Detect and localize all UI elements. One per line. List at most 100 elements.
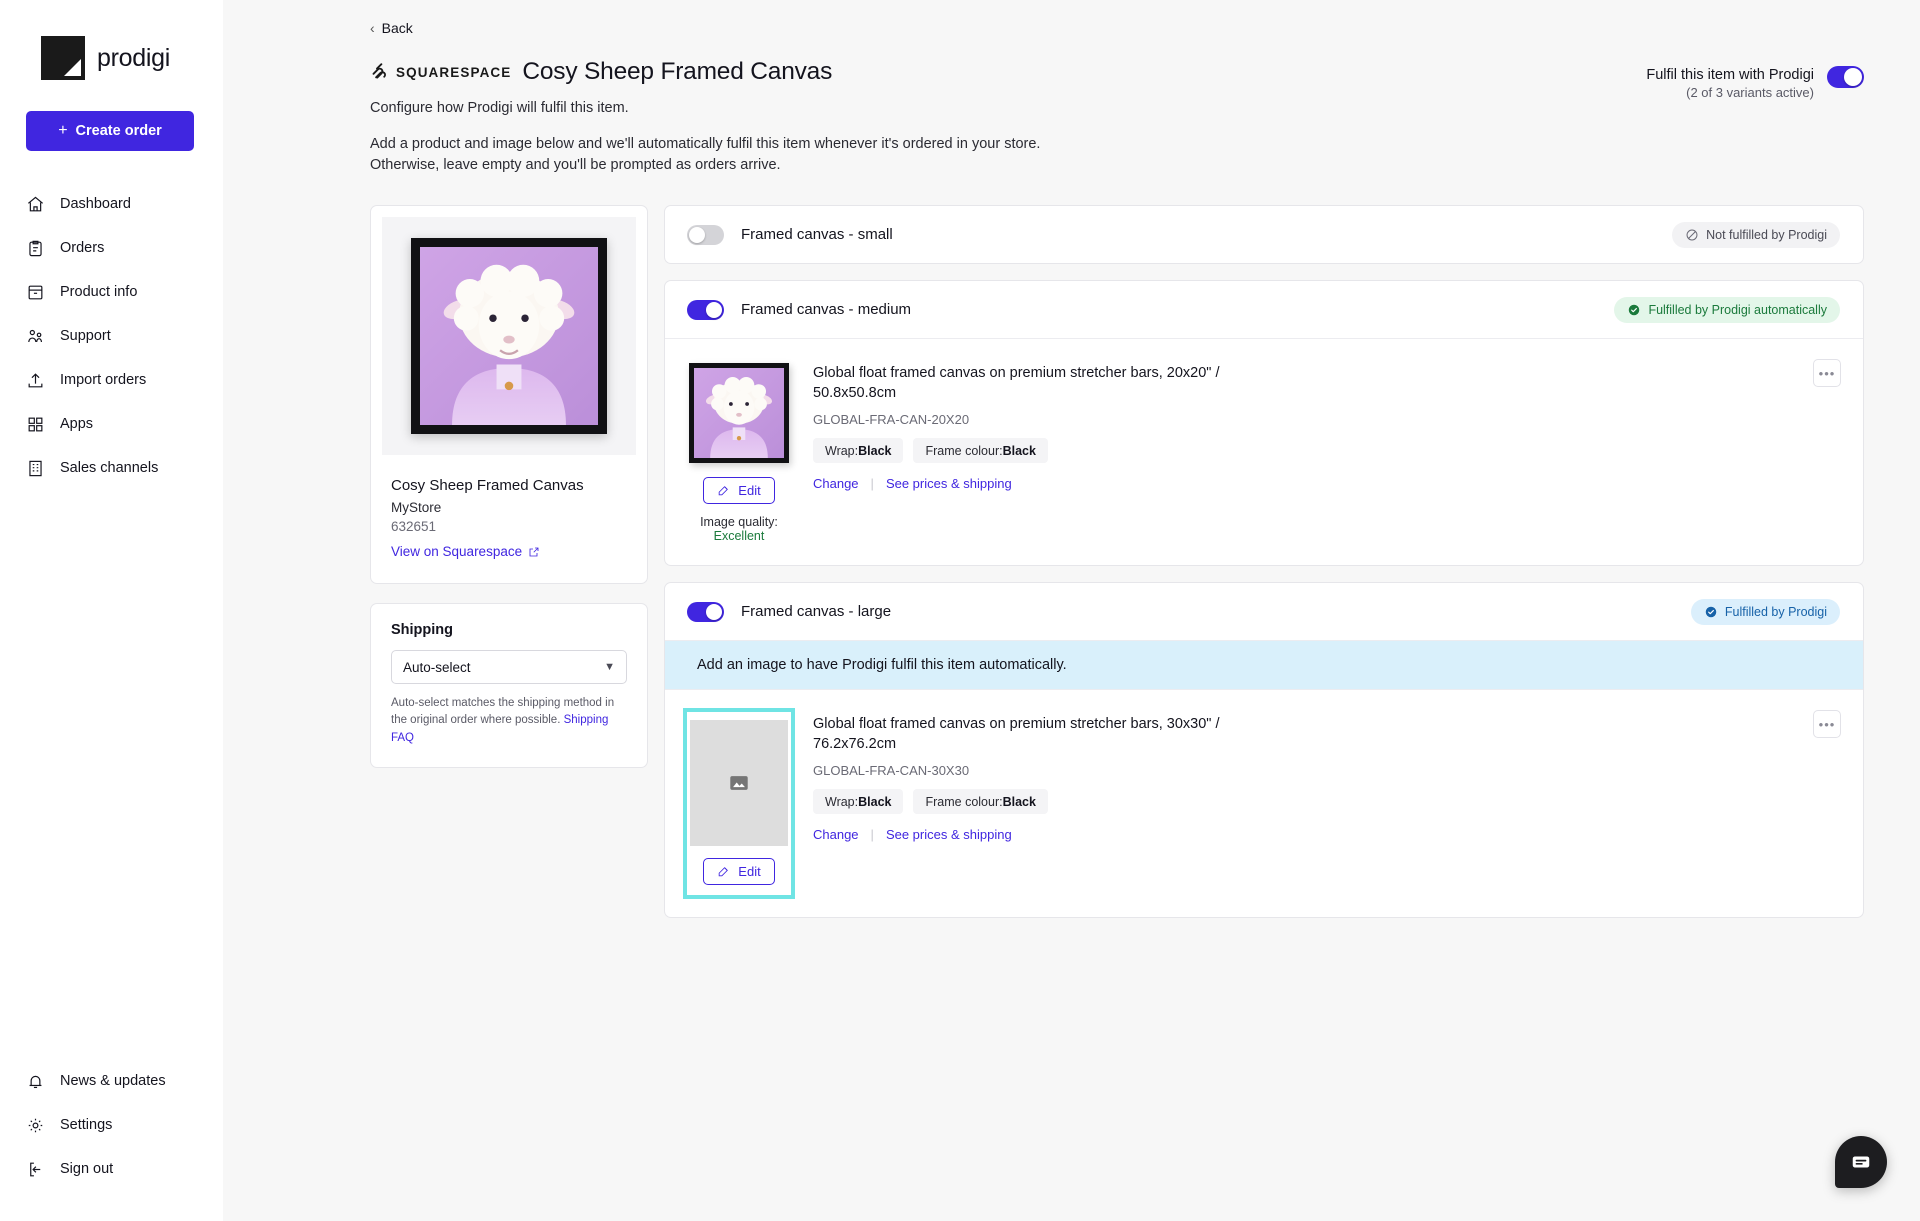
sidebar-item-sign-out[interactable]: Sign out bbox=[0, 1147, 223, 1191]
variant-thumbnail-column-medium: Edit Image quality: Excellent bbox=[687, 361, 791, 543]
prodigi-logo-icon bbox=[41, 36, 85, 80]
content-columns: Cosy Sheep Framed Canvas MyStore 632651 … bbox=[370, 205, 1864, 919]
back-label: Back bbox=[381, 20, 413, 36]
chat-bubble-icon bbox=[1852, 1156, 1870, 1168]
chat-widget-button[interactable] bbox=[1835, 1136, 1887, 1188]
variant-image-placeholder-large[interactable] bbox=[690, 720, 788, 847]
variant-card-medium: Framed canvas - medium Fulfilled by Prod… bbox=[664, 280, 1864, 567]
product-summary-card: Cosy Sheep Framed Canvas MyStore 632651 … bbox=[370, 205, 648, 585]
variant-label-medium: Framed canvas - medium bbox=[741, 301, 912, 319]
sidebar-item-orders[interactable]: Orders bbox=[0, 226, 223, 270]
variant-sku-large: GLOBAL-FRA-CAN-30X30 bbox=[813, 763, 970, 779]
create-order-label: Create order bbox=[75, 123, 162, 139]
page-intro: Add a product and image below and we'll … bbox=[370, 134, 1864, 175]
page-title: Cosy Sheep Framed Canvas bbox=[522, 58, 833, 85]
chevron-left-icon: ‹ bbox=[370, 20, 375, 36]
variant-attributes-large: Wrap: Black Frame colour: Black bbox=[813, 789, 1840, 815]
variant-card-small: Framed canvas - small Not fulfilled by P… bbox=[664, 205, 1864, 265]
edit-label-large: Edit bbox=[738, 864, 761, 880]
variant-description-large: Global float framed canvas on premium st… bbox=[813, 716, 1220, 753]
view-on-squarespace-link[interactable]: View on Squarespace bbox=[391, 544, 540, 559]
variant-links-large: Change | See prices & shipping bbox=[813, 827, 1840, 842]
sidebar-item-apps[interactable]: Apps bbox=[0, 402, 223, 446]
variant-header-medium: Framed canvas - medium Fulfilled by Prod… bbox=[665, 281, 1863, 338]
framed-canvas-preview bbox=[411, 238, 607, 435]
variants-column: Framed canvas - small Not fulfilled by P… bbox=[664, 205, 1864, 919]
variant-toggle-small[interactable] bbox=[687, 224, 724, 245]
variant-links-medium: Change | See prices & shipping bbox=[813, 476, 1840, 491]
attribute-value-frame-colour-large: Black bbox=[1002, 794, 1036, 809]
fulfil-item-toggle[interactable] bbox=[1827, 66, 1864, 88]
edit-image-button-large[interactable]: Edit bbox=[703, 858, 775, 886]
see-prices-shipping-link-large[interactable]: See prices & shipping bbox=[886, 827, 1012, 842]
squarespace-wordmark: SQUARESPACE bbox=[396, 64, 512, 80]
brand-name: prodigi bbox=[97, 43, 170, 72]
back-button[interactable]: ‹ Back bbox=[370, 20, 413, 36]
attribute-key-wrap-large: Wrap: bbox=[825, 794, 859, 809]
variant-thumbnail-medium[interactable] bbox=[687, 361, 791, 465]
product-name: Cosy Sheep Framed Canvas bbox=[391, 477, 584, 495]
link-divider-medium: | bbox=[870, 476, 874, 492]
sidebar-label-product-info: Product info bbox=[60, 284, 138, 300]
people-icon bbox=[26, 327, 45, 346]
variant-label-large: Framed canvas - large bbox=[741, 603, 892, 621]
sidebar-item-news-updates[interactable]: News & updates bbox=[0, 1059, 223, 1103]
shipping-title: Shipping bbox=[391, 622, 454, 639]
sidebar-item-product-info[interactable]: Product info bbox=[0, 270, 223, 314]
shipping-method-select[interactable]: Auto-select ▼ bbox=[391, 650, 627, 685]
sidebar-item-import-orders[interactable]: Import orders bbox=[0, 358, 223, 402]
brand-logo[interactable]: prodigi bbox=[0, 0, 223, 80]
shipping-note: Auto-select matches the shipping method … bbox=[391, 695, 627, 747]
add-image-notice: Add an image to have Prodigi fulfil this… bbox=[665, 640, 1863, 690]
home-icon bbox=[26, 195, 45, 214]
sidebar-item-dashboard[interactable]: Dashboard bbox=[0, 182, 223, 226]
attribute-chip-frame-colour-medium: Frame colour: Black bbox=[913, 438, 1048, 464]
check-circle-icon bbox=[1629, 304, 1640, 315]
status-badge-large: Fulfilled by Prodigi bbox=[1690, 598, 1840, 625]
secondary-nav: News & updates Settings Sign out bbox=[0, 1059, 223, 1191]
app-root: prodigi + Create order Dashboard Orders bbox=[0, 0, 1920, 1221]
attribute-value-wrap-large: Black bbox=[858, 794, 892, 809]
create-order-button[interactable]: + Create order bbox=[26, 111, 194, 151]
sidebar-label-dashboard: Dashboard bbox=[60, 196, 131, 212]
view-on-squarespace-label: View on Squarespace bbox=[391, 544, 523, 560]
sheep-artwork bbox=[420, 247, 598, 426]
sidebar-label-orders: Orders bbox=[60, 240, 105, 256]
grid-icon bbox=[26, 415, 45, 434]
sidebar-label-news-updates: News & updates bbox=[60, 1073, 166, 1089]
variant-header-small: Framed canvas - small Not fulfilled by P… bbox=[665, 206, 1863, 263]
image-quality-value-medium: Excellent bbox=[713, 529, 765, 544]
status-badge-label-medium: Fulfilled by Prodigi automatically bbox=[1648, 302, 1827, 317]
attribute-value-wrap-medium: Black bbox=[858, 443, 892, 458]
variant-header-large: Framed canvas - large Fulfilled by Prodi… bbox=[665, 583, 1863, 640]
product-store: MyStore bbox=[391, 500, 442, 516]
variant-description-medium: Global float framed canvas on premium st… bbox=[813, 365, 1220, 402]
sidebar: prodigi + Create order Dashboard Orders bbox=[0, 0, 223, 1221]
upload-icon bbox=[26, 371, 45, 390]
status-badge-label-small: Not fulfilled by Prodigi bbox=[1706, 227, 1827, 242]
edit-label-medium: Edit bbox=[738, 483, 761, 499]
sidebar-label-support: Support bbox=[60, 328, 111, 344]
sidebar-item-support[interactable]: Support bbox=[0, 314, 223, 358]
sign-out-icon bbox=[26, 1160, 45, 1179]
variant-label-small: Framed canvas - small bbox=[741, 226, 893, 244]
variant-more-options-button-medium[interactable]: ••• bbox=[1813, 359, 1841, 388]
variant-toggle-medium[interactable] bbox=[687, 299, 724, 320]
attribute-value-frame-colour-medium: Black bbox=[1002, 443, 1036, 458]
sheep-illustration bbox=[420, 247, 598, 426]
link-divider-large: | bbox=[870, 827, 874, 843]
variant-thumbnail-column-large[interactable]: Edit bbox=[683, 708, 795, 900]
product-id: 632651 bbox=[391, 519, 437, 535]
sidebar-item-settings[interactable]: Settings bbox=[0, 1103, 223, 1147]
sidebar-item-sales-channels[interactable]: Sales channels bbox=[0, 446, 223, 490]
variant-more-options-button-large[interactable]: ••• bbox=[1813, 710, 1841, 739]
variant-toggle-large[interactable] bbox=[687, 601, 724, 622]
edit-image-button-medium[interactable]: Edit bbox=[703, 477, 775, 505]
see-prices-shipping-link-medium[interactable]: See prices & shipping bbox=[886, 476, 1012, 491]
sidebar-label-sales-channels: Sales channels bbox=[60, 460, 159, 476]
variant-card-large: Framed canvas - large Fulfilled by Prodi… bbox=[664, 582, 1864, 919]
change-product-link-large[interactable]: Change bbox=[813, 827, 859, 842]
image-quality-medium: Image quality: Excellent bbox=[687, 515, 791, 543]
page-subtitle: Configure how Prodigi will fulfil this i… bbox=[370, 100, 629, 116]
change-product-link-medium[interactable]: Change bbox=[813, 476, 859, 491]
